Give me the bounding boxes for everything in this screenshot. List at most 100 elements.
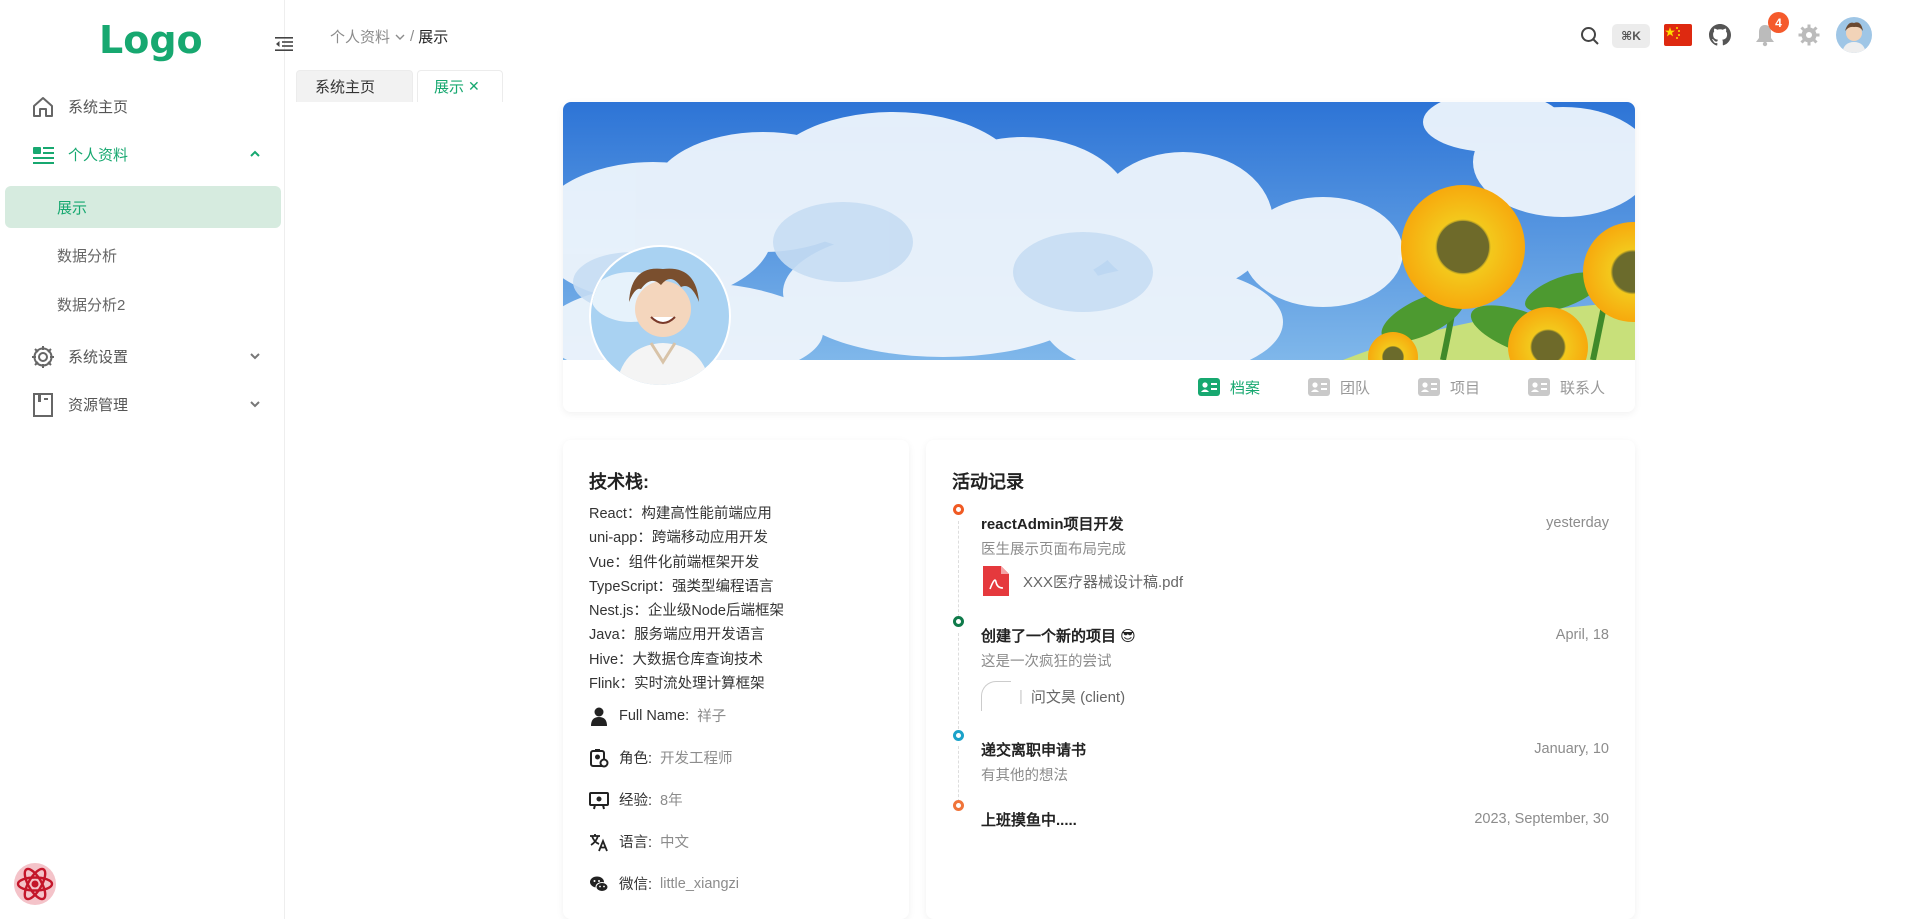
timeline-dot [953,800,964,811]
sidebar-item-label: 系统主页 [68,98,129,116]
timeline-title: 递交离职申请书 [981,742,1087,759]
tech-stack-list: React：构建高性能前端应用 uni-app：跨端移动应用开发 Vue：组件化… [589,502,784,696]
client-avatar [981,681,1011,711]
tab-showcase[interactable]: 展示 ✕ [417,70,503,102]
profile-tab-label: 团队 [1340,380,1371,397]
chevron-down-icon [250,401,260,408]
timeline-dot [953,504,964,515]
sidebar-subitem-analytics2[interactable]: 数据分析2 [5,283,281,325]
attr-experience: 经验: 8年 [589,789,683,810]
language-icon [590,833,608,851]
notification-badge: 4 [1768,12,1789,33]
attachment-filename: XXX医疗器械设计稿.pdf [1023,573,1184,591]
profile-tab-label: 项目 [1450,380,1481,397]
sidebar-item-home[interactable]: 系统主页 [0,82,285,130]
attr-key: 微信: [619,877,653,893]
tab-label: 系统主页 [315,79,376,96]
chevron-down-icon [395,34,405,40]
list-item: Hive：大数据仓库查询技术 [589,651,764,668]
sidebar-subitem-showcase[interactable]: 展示 [5,186,281,228]
timeline-dot [953,616,964,627]
timeline-title: 上班摸鱼中..... [981,812,1077,829]
list-item: Vue：组件化前端框架开发 [589,554,760,571]
github-icon[interactable] [1708,23,1732,47]
sidebar-subitem-label: 数据分析2 [57,296,126,314]
user-avatar-image [1836,17,1872,53]
profile-tab-archive[interactable]: 档案 [1198,372,1260,412]
chevron-down-icon [250,353,260,360]
china-flag-icon[interactable] [1664,24,1692,46]
attr-key: Full Name: [619,707,690,724]
collapse-sidebar-icon[interactable] [275,36,293,52]
sidebar-subitem-label: 数据分析 [57,247,118,265]
logo[interactable]: Logo [99,18,203,62]
client-item[interactable]: | 问文昊 (client) [981,681,1125,711]
attr-full-name: Full Name: 祥子 [589,705,726,726]
timeline-desc: 医生展示页面布局完成 [981,542,1126,558]
book-icon [33,393,53,417]
shortcut-badge[interactable]: ⌘K [1612,24,1650,48]
breadcrumb: 个人资料 / 展示 [330,26,448,47]
profile-avatar-image [591,247,729,385]
timeline-date: yesterday [1546,515,1609,531]
close-icon[interactable]: ✕ [468,78,480,95]
timeline-line [958,633,959,729]
profile-cover-card: 档案 团队 项目 联系人 [563,102,1635,412]
card-title: 技术栈: [589,472,649,492]
gear-icon [32,346,54,368]
list-item: React：构建高性能前端应用 [589,506,772,522]
timeline-title: reactAdmin项目开发 [981,516,1124,533]
id-card-icon [1528,378,1550,396]
breadcrumb-current: 展示 [418,29,449,46]
sidebar: Logo 系统主页 个人资料 展示 数据分析 数据分析2 系统设置 资源管理 [0,0,293,919]
tab-label: 展示 [434,79,465,96]
sidebar-item-profile[interactable]: 个人资料 [0,130,285,178]
timeline-desc: 这是一次疯狂的尝试 [981,654,1112,670]
wechat-icon [590,876,609,892]
list-item: Nest.js：企业级Node后端框架 [589,603,784,620]
user-avatar[interactable] [1836,17,1872,53]
user-icon [591,707,607,726]
sidebar-item-resources[interactable]: 资源管理 [0,380,285,428]
attr-value: 中文 [660,835,690,851]
timeline-date: April, 18 [1555,627,1609,643]
client-name: 问文昊 (client) [1030,688,1126,706]
profile-tab-label: 档案 [1230,380,1261,397]
pdf-icon [983,566,1009,596]
sidebar-item-settings[interactable]: 系统设置 [0,332,285,380]
breadcrumb-parent[interactable]: 个人资料 [330,26,390,47]
home-icon [33,97,53,117]
timeline-line [958,521,959,617]
profile-tab-contacts[interactable]: 联系人 [1528,372,1605,410]
divider: | [1019,687,1023,705]
sidebar-subitem-analytics[interactable]: 数据分析 [5,234,281,276]
profile-tab-projects[interactable]: 项目 [1418,372,1480,410]
timeline-date: 2023, September, 30 [1474,811,1609,827]
list-item: uni-app：跨端移动应用开发 [589,530,768,547]
role-icon [590,748,609,767]
card-title: 活动记录 [952,472,1024,492]
id-card-icon [1308,378,1330,396]
attr-key: 语言: [619,835,653,851]
search-icon[interactable] [1580,26,1600,46]
attachment-file[interactable]: XXX医疗器械设计稿.pdf [981,564,1183,598]
timeline-line [958,746,959,802]
profile-icon [33,147,54,164]
attr-role: 角色: 开发工程师 [589,747,733,768]
timeline-dot [953,730,964,741]
sidebar-item-label: 系统设置 [68,348,129,366]
tech-stack-card: 技术栈: React：构建高性能前端应用 uni-app：跨端移动应用开发 Vu… [563,440,909,919]
attr-language: 语言: 中文 [589,831,689,852]
react-logo-icon[interactable] [12,861,58,907]
profile-tab-team[interactable]: 团队 [1308,372,1370,410]
attr-value: little_xiangzi [660,875,740,892]
attr-value: 开发工程师 [660,751,733,767]
timeline-desc: 有其他的想法 [981,768,1068,784]
experience-icon [589,791,609,809]
tab-home[interactable]: 系统主页 [296,70,413,102]
attr-key: 经验: [619,793,653,809]
profile-avatar[interactable] [589,245,731,387]
attr-value: 祥子 [697,709,727,725]
settings-icon[interactable] [1798,24,1820,46]
list-item: Flink：实时流处理计算框架 [589,676,765,693]
